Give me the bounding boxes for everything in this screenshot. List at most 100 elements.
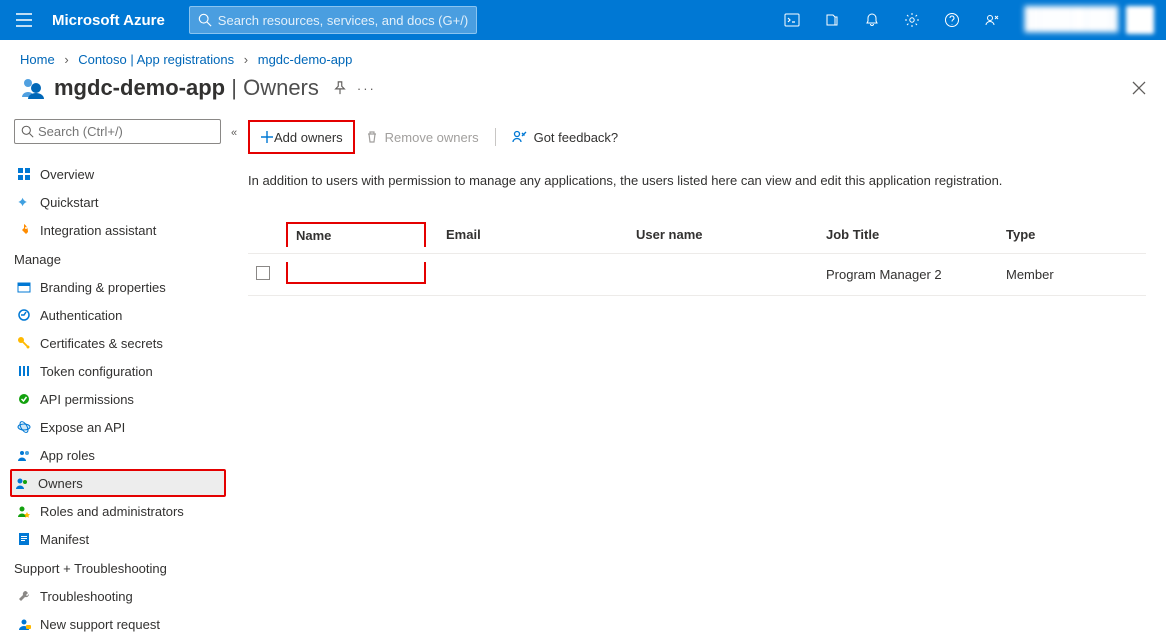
owners-table: Name Email User name Job Title Type Prog… — [248, 216, 1146, 296]
feedback-icon[interactable] — [972, 0, 1012, 40]
sidebar-item-label: New support request — [40, 617, 160, 632]
quickstart-icon — [16, 194, 32, 210]
manifest-icon — [16, 531, 32, 547]
sidebar-item-label: Roles and administrators — [40, 504, 184, 519]
sidebar-item-label: Branding & properties — [40, 280, 166, 295]
directories-icon[interactable] — [812, 0, 852, 40]
more-button[interactable]: ··· — [357, 81, 376, 96]
account-menu[interactable]: ████████████ ████████████ — [1012, 0, 1166, 40]
sidebar-item-troubleshooting[interactable]: Troubleshooting — [14, 582, 226, 610]
feedback-button[interactable]: Got feedback? — [502, 122, 629, 152]
sidebar-item-roles-admin[interactable]: Roles and administrators — [14, 497, 226, 525]
col-jobtitle[interactable]: Job Title — [818, 216, 998, 254]
branding-icon — [16, 279, 32, 295]
sidebar-item-owners[interactable]: Owners — [10, 469, 226, 497]
add-owners-label: Add owners — [274, 130, 343, 145]
global-search-input[interactable] — [218, 13, 468, 28]
app-registration-icon — [20, 75, 46, 101]
roles-admin-icon — [16, 503, 32, 519]
sidebar-item-manifest[interactable]: Manifest — [14, 525, 226, 553]
remove-owners-label: Remove owners — [385, 130, 479, 145]
chevron-right-icon: › — [64, 52, 68, 67]
col-email[interactable]: Email — [438, 216, 628, 254]
cell-type: Member — [998, 254, 1146, 296]
app-roles-icon — [16, 447, 32, 463]
cell-username — [628, 254, 818, 296]
pin-button[interactable] — [333, 81, 347, 95]
breadcrumb-home[interactable]: Home — [20, 52, 55, 67]
remove-owners-button: Remove owners — [355, 122, 489, 152]
sidebar-item-label: Expose an API — [40, 420, 125, 435]
brand-label[interactable]: Microsoft Azure — [48, 12, 181, 29]
expose-api-icon — [16, 419, 32, 435]
sidebar-item-label: Quickstart — [40, 195, 99, 210]
cloud-shell-icon[interactable] — [772, 0, 812, 40]
row-checkbox[interactable] — [256, 266, 270, 280]
key-icon — [16, 335, 32, 351]
close-button[interactable] — [1132, 81, 1146, 95]
feedback-person-icon — [512, 130, 528, 144]
sidebar-item-label: Certificates & secrets — [40, 336, 163, 351]
sidebar-item-label: Troubleshooting — [40, 589, 133, 604]
sidebar-item-label: API permissions — [40, 392, 134, 407]
sidebar-item-label: Manifest — [40, 532, 89, 547]
search-icon — [21, 125, 34, 138]
page-header: mgdc-demo-app | Owners ··· — [0, 73, 1166, 119]
chevron-right-icon: › — [244, 52, 248, 67]
global-search[interactable] — [189, 6, 477, 34]
sidebar-item-certificates[interactable]: Certificates & secrets — [14, 329, 226, 357]
sidebar-item-branding[interactable]: Branding & properties — [14, 273, 226, 301]
account-directory: ████████████ — [1024, 20, 1118, 33]
token-icon — [16, 363, 32, 379]
sidebar-item-authentication[interactable]: Authentication — [14, 301, 226, 329]
cell-jobtitle: Program Manager 2 — [818, 254, 998, 296]
col-username[interactable]: User name — [628, 216, 818, 254]
settings-icon[interactable] — [892, 0, 932, 40]
sidebar-item-label: Authentication — [40, 308, 122, 323]
sidebar-item-integration-assistant[interactable]: Integration assistant — [14, 216, 226, 244]
plus-icon — [260, 130, 274, 144]
sidebar-item-overview[interactable]: Overview — [14, 160, 226, 188]
hamburger-menu[interactable] — [0, 0, 48, 40]
command-bar: Add owners Remove owners Got feedback? — [248, 119, 1146, 155]
feedback-label: Got feedback? — [534, 130, 619, 145]
sidebar-item-api-permissions[interactable]: API permissions — [14, 385, 226, 413]
wrench-icon — [16, 588, 32, 604]
rocket-icon — [16, 222, 32, 238]
sidebar-item-app-roles[interactable]: App roles — [14, 441, 226, 469]
help-icon[interactable] — [932, 0, 972, 40]
sidebar-item-label: Owners — [38, 476, 83, 491]
sidebar-item-label: Integration assistant — [40, 223, 156, 238]
breadcrumb-current[interactable]: mgdc-demo-app — [258, 52, 353, 67]
sidebar-section-manage: Manage — [14, 244, 226, 273]
sidebar-search[interactable] — [14, 119, 221, 144]
overview-icon — [16, 166, 32, 182]
sidebar-item-token-config[interactable]: Token configuration — [14, 357, 226, 385]
trash-icon — [365, 130, 379, 144]
notifications-icon[interactable] — [852, 0, 892, 40]
breadcrumb-app-registrations[interactable]: Contoso | App registrations — [78, 52, 234, 67]
sidebar-item-new-support[interactable]: New support request — [14, 610, 226, 638]
cell-name — [286, 262, 426, 284]
avatar — [1126, 6, 1154, 34]
sidebar-item-label: Overview — [40, 167, 94, 182]
col-name[interactable]: Name — [278, 216, 438, 254]
azure-topbar: Microsoft Azure ████████████ ███████████… — [0, 0, 1166, 40]
sidebar-item-expose-api[interactable]: Expose an API — [14, 413, 226, 441]
breadcrumb: Home › Contoso | App registrations › mgd… — [0, 40, 1166, 73]
page-title: mgdc-demo-app | Owners — [54, 75, 319, 101]
owners-icon — [14, 475, 30, 491]
sidebar-item-label: App roles — [40, 448, 95, 463]
main-content: Add owners Remove owners Got feedback? I… — [226, 119, 1166, 638]
top-utility-icons — [772, 0, 1012, 40]
sidebar-search-input[interactable] — [38, 124, 214, 139]
col-type[interactable]: Type — [998, 216, 1146, 254]
cell-email — [438, 254, 628, 296]
api-permissions-icon — [16, 391, 32, 407]
add-owners-button[interactable]: Add owners — [248, 120, 355, 154]
sidebar-item-quickstart[interactable]: Quickstart — [14, 188, 226, 216]
table-row[interactable]: Program Manager 2 Member — [248, 254, 1146, 296]
account-name: ████████████ — [1024, 7, 1118, 20]
toolbar-divider — [495, 128, 496, 146]
auth-icon — [16, 307, 32, 323]
